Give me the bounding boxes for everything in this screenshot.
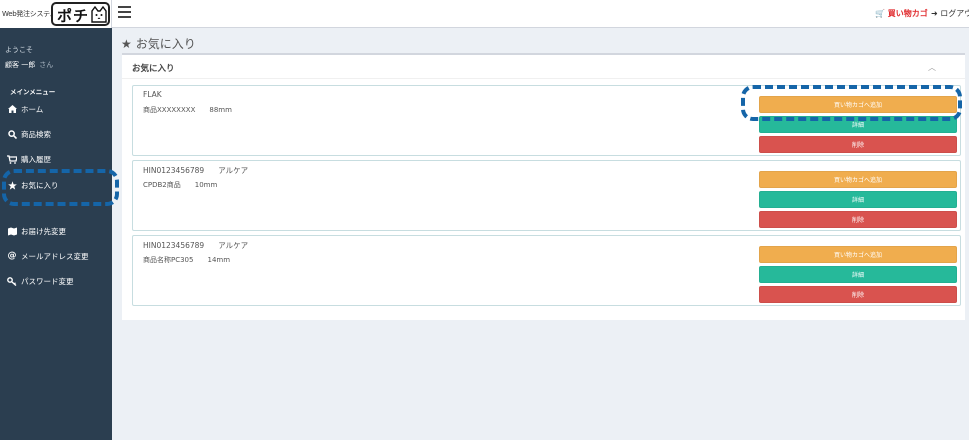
cart-icon: [6, 154, 18, 164]
maker-name: アルケア: [218, 166, 249, 175]
menu-toggle-icon[interactable]: [118, 6, 132, 18]
delete-button[interactable]: 削除: [759, 286, 957, 303]
logout-icon: ➜: [931, 9, 938, 18]
sidebar-item-home[interactable]: ホーム: [6, 100, 110, 118]
favorite-item: FLAK 商品XXXXXXXX 88mm 買い物カゴへ追加 詳細 削除: [132, 85, 961, 156]
detail-button[interactable]: 詳細: [759, 116, 957, 133]
cart-icon: 🛒: [875, 9, 885, 18]
panel-title: お気に入り: [132, 64, 175, 74]
sidebar-item-label: 商品検索: [21, 129, 51, 139]
page-title: ★ お気に入り: [121, 35, 196, 52]
delete-button[interactable]: 削除: [759, 211, 957, 228]
sidebar-item-label: メールアドレス変更: [21, 251, 89, 261]
sidebar-item-label: パスワード変更: [21, 276, 74, 286]
product-name-line: 商品XXXXXXXX 88mm: [143, 105, 232, 115]
product-name: CPDB2商品: [143, 181, 181, 189]
home-icon: [6, 105, 18, 113]
welcome-text: ようこそ: [5, 46, 33, 54]
sidebar: ようこそ 顧客 一郎 さん メインメニュー ホーム 商品検索 購入履歴 お気に入り…: [0, 28, 112, 440]
logo[interactable]: Web発注システム ポチ: [0, 0, 112, 28]
logout-link-label: ログアウ: [940, 9, 969, 18]
collapse-chevron-icon[interactable]: ︿: [928, 62, 936, 73]
delete-button[interactable]: 削除: [759, 136, 957, 153]
sidebar-item-favorites[interactable]: お気に入り: [6, 176, 110, 194]
key-icon: [6, 276, 18, 286]
sidebar-item-history[interactable]: 購入履歴: [6, 150, 110, 168]
user-name: 顧客 一郎 さん: [5, 60, 53, 70]
product-size: 14mm: [207, 256, 231, 264]
user-name-text: 顧客 一郎: [5, 61, 36, 69]
product-name: 商品XXXXXXXX: [143, 106, 196, 114]
product-name: 商品名称PC305: [143, 256, 194, 264]
add-to-cart-button[interactable]: 買い物カゴへ追加: [759, 96, 957, 113]
menu-header: メインメニュー: [10, 88, 56, 96]
at-icon: @: [7, 251, 17, 261]
page-title-text: お気に入り: [135, 37, 196, 51]
sidebar-item-password[interactable]: パスワード変更: [6, 272, 110, 290]
divider: [122, 78, 965, 79]
product-code: FLAK: [143, 90, 162, 99]
favorite-item: HIN0123456789 アルケア 商品名称PC305 14mm 買い物カゴへ追加…: [132, 235, 961, 306]
top-navbar: Web発注システム ポチ 🛒 買い物カゴ ➜ ログアウ: [0, 0, 969, 28]
user-suffix: さん: [39, 61, 54, 69]
product-code-line: HIN0123456789 アルケア: [143, 165, 248, 176]
product-size: 88mm: [209, 106, 232, 114]
sidebar-item-label: ホーム: [21, 104, 44, 114]
search-icon: [6, 129, 18, 139]
sidebar-item-address[interactable]: お届け先変更: [6, 222, 110, 240]
logout-link[interactable]: ➜ ログアウ: [931, 8, 969, 19]
maker-name: アルケア: [218, 241, 249, 250]
product-code-line: HIN0123456789 アルケア: [143, 240, 248, 251]
sidebar-item-search[interactable]: 商品検索: [6, 125, 110, 143]
sidebar-item-label: お届け先変更: [21, 226, 66, 236]
cart-link-label: 買い物カゴ: [887, 9, 928, 18]
sidebar-item-email[interactable]: @ メールアドレス変更: [6, 247, 110, 265]
add-to-cart-button[interactable]: 買い物カゴへ追加: [759, 246, 957, 263]
logo-small-text: Web発注システム: [2, 10, 57, 18]
sidebar-item-label: 購入履歴: [21, 154, 51, 164]
product-name-line: 商品名称PC305 14mm: [143, 255, 230, 265]
star-icon: [6, 180, 18, 190]
favorite-item: HIN0123456789 アルケア CPDB2商品 10mm 買い物カゴへ追加 詳…: [132, 160, 961, 231]
cart-link[interactable]: 🛒 買い物カゴ: [875, 8, 928, 19]
product-code: HIN0123456789: [143, 166, 205, 175]
product-code: HIN0123456789: [143, 241, 205, 250]
star-icon: ★: [121, 36, 132, 51]
logo-text: ポチ: [57, 7, 90, 25]
product-name-line: CPDB2商品 10mm: [143, 180, 217, 190]
logo-badge: ポチ: [51, 2, 110, 26]
product-size: 10mm: [194, 181, 218, 189]
cat-icon: [91, 6, 107, 23]
sidebar-item-label: お気に入り: [21, 180, 59, 190]
map-icon: [6, 227, 18, 236]
product-code-line: FLAK: [143, 90, 176, 99]
detail-button[interactable]: 詳細: [759, 266, 957, 283]
add-to-cart-button[interactable]: 買い物カゴへ追加: [759, 171, 957, 188]
detail-button[interactable]: 詳細: [759, 191, 957, 208]
